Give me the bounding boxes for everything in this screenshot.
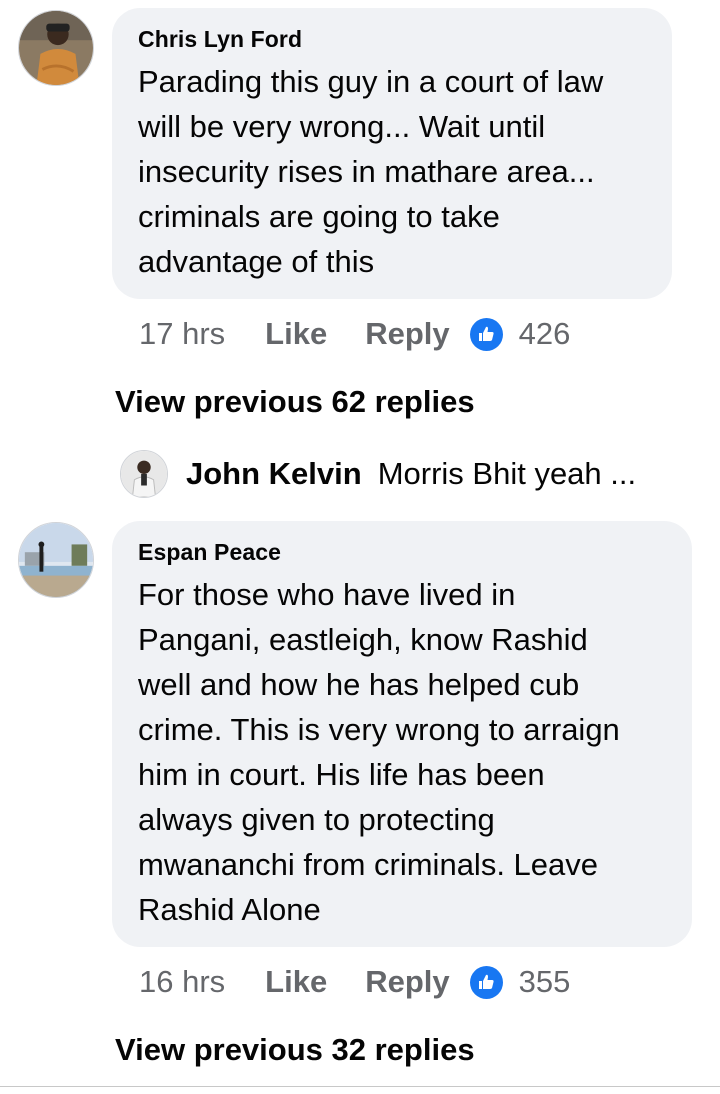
comment-bubble: Chris Lyn Ford Parading this guy in a co… bbox=[112, 8, 672, 299]
comment-line: insecurity rises in mathare area... bbox=[138, 154, 595, 189]
comment-text: For those who have lived in Pangani, eas… bbox=[138, 572, 670, 932]
reply-button[interactable]: Reply bbox=[365, 964, 449, 1000]
avatar[interactable] bbox=[18, 10, 94, 86]
reaction-count[interactable]: 426 bbox=[519, 316, 571, 352]
comment-line: him in court. His life has been bbox=[138, 757, 545, 792]
user-photo bbox=[121, 451, 167, 497]
comment-line: always given to protecting bbox=[138, 802, 495, 837]
like-button[interactable]: Like bbox=[265, 316, 327, 352]
comment-line: well and how he has helped cub bbox=[138, 667, 580, 702]
comment-text: Parading this guy in a court of law will… bbox=[138, 59, 650, 284]
divider bbox=[0, 1086, 720, 1087]
reaction-count[interactable]: 355 bbox=[519, 964, 571, 1000]
comment-line: Rashid Alone bbox=[138, 892, 321, 927]
comment-line: criminals are going to take bbox=[138, 199, 500, 234]
like-thumb-icon[interactable] bbox=[469, 965, 503, 999]
like-thumb-icon[interactable] bbox=[469, 317, 503, 351]
comment-line: mwananchi from criminals. Leave bbox=[138, 847, 599, 882]
comment-line: crime. This is very wrong to arraign bbox=[138, 712, 620, 747]
like-button[interactable]: Like bbox=[265, 964, 327, 1000]
comment-author[interactable]: Espan Peace bbox=[138, 539, 670, 566]
avatar[interactable] bbox=[18, 522, 94, 598]
reply-snippet[interactable]: Morris Bhit yeah ... bbox=[378, 456, 636, 492]
latest-reply-preview[interactable]: John Kelvin Morris Bhit yeah ... bbox=[120, 448, 636, 500]
view-previous-replies[interactable]: View previous 62 replies bbox=[115, 384, 475, 420]
comment-bubble: Espan Peace For those who have lived in … bbox=[112, 521, 692, 947]
comment-actions: 17 hrs Like Reply 426 bbox=[139, 314, 570, 354]
comment-timestamp[interactable]: 16 hrs bbox=[139, 964, 225, 1000]
comment-line: will be very wrong... Wait until bbox=[138, 109, 546, 144]
comment-author[interactable]: Chris Lyn Ford bbox=[138, 26, 650, 53]
comment-line: Pangani, eastleigh, know Rashid bbox=[138, 622, 588, 657]
user-photo bbox=[19, 11, 93, 85]
comment-line: advantage of this bbox=[138, 244, 375, 279]
comment-timestamp[interactable]: 17 hrs bbox=[139, 316, 225, 352]
comment-actions: 16 hrs Like Reply 355 bbox=[139, 962, 570, 1002]
reply-button[interactable]: Reply bbox=[365, 316, 449, 352]
avatar[interactable] bbox=[120, 450, 168, 498]
comment-line: Parading this guy in a court of law bbox=[138, 64, 604, 99]
reply-author[interactable]: John Kelvin bbox=[186, 456, 362, 492]
user-photo bbox=[19, 523, 93, 597]
comment-line: For those who have lived in bbox=[138, 577, 516, 612]
view-previous-replies[interactable]: View previous 32 replies bbox=[115, 1032, 475, 1068]
